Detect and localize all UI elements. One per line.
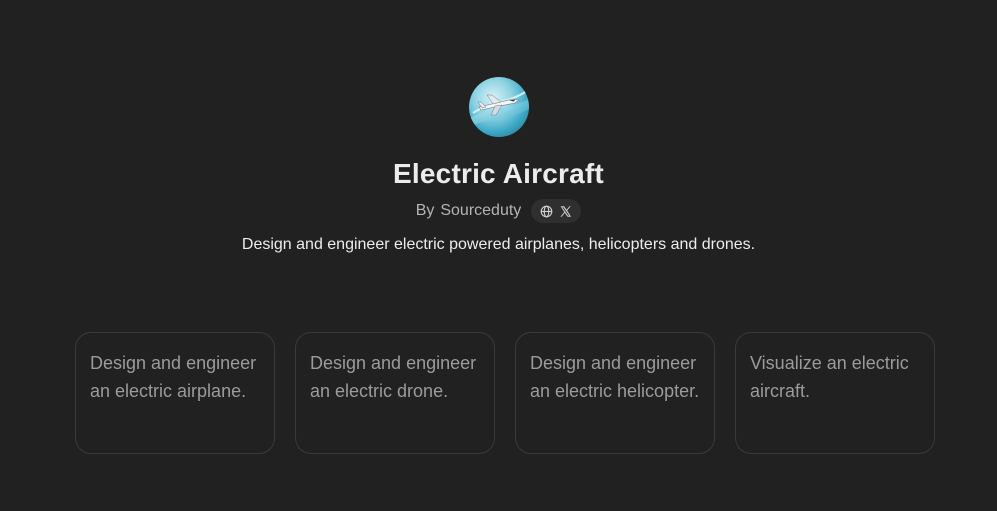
globe-icon[interactable]: [540, 205, 553, 218]
gpt-description: Design and engineer electric powered air…: [241, 236, 756, 253]
starter-card[interactable]: Design and engineer an electric airplane…: [75, 332, 275, 454]
conversation-starters: Design and engineer an electric airplane…: [75, 332, 935, 454]
author-links: [531, 199, 582, 223]
gpt-avatar: [468, 77, 529, 137]
gpt-title: Electric Aircraft: [393, 158, 604, 189]
gpt-header: Electric Aircraft By Sourceduty Design a…: [0, 77, 997, 257]
gpt-landing-page: Electric Aircraft By Sourceduty Design a…: [0, 0, 997, 511]
author-name: Sourceduty: [440, 202, 522, 219]
byline-prefix: By: [415, 202, 435, 219]
x-logo-icon[interactable]: [559, 205, 572, 218]
airplane-icon: [468, 90, 529, 127]
starter-card[interactable]: Design and engineer an electric helicopt…: [515, 332, 715, 454]
starter-card[interactable]: Visualize an electric aircraft.: [735, 332, 935, 454]
starter-card[interactable]: Design and engineer an electric drone.: [295, 332, 495, 454]
gpt-byline: By Sourceduty: [416, 199, 582, 223]
